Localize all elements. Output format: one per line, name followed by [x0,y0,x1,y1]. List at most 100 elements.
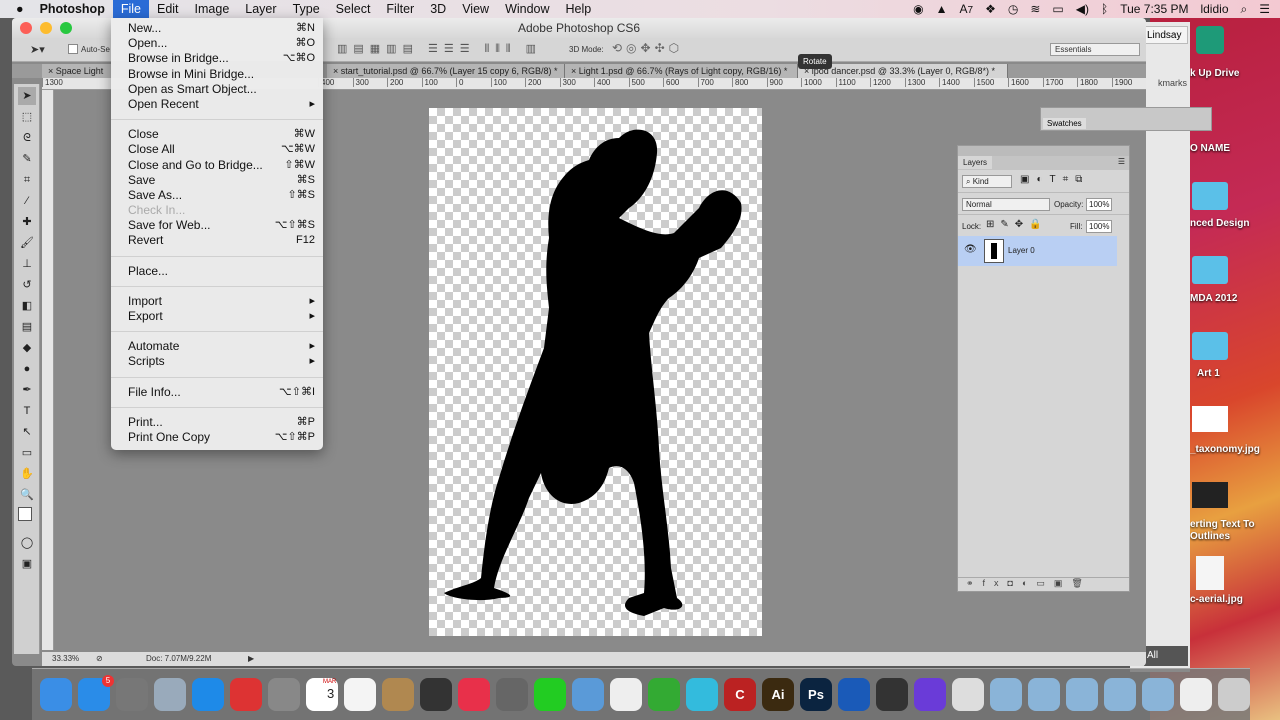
menu-item-save-for-web[interactable]: Save for Web... ⌥⇧⌘S [111,218,323,233]
visibility-eye-icon[interactable]: 👁 [964,244,977,255]
dropbox-icon[interactable]: ❖ [985,2,996,17]
apple-menu-icon[interactable]: ● [0,0,32,18]
dock-launchpad-icon[interactable] [116,678,148,711]
dock-webloc-icon[interactable] [952,678,984,711]
filter-icons[interactable]: ▣◐T⌗⧉ [1020,174,1089,185]
move-tool-icon[interactable]: ➤▾ [30,43,45,56]
menu-item-print-one-copy[interactable]: Print One Copy ⌥⇧⌘P [111,430,323,445]
user-name[interactable]: ldidio [1200,2,1228,17]
blur-tool[interactable]: ◆ [18,339,36,357]
3d-tool-icons[interactable]: ⟲◎✥✣⬡ [612,41,683,55]
panel-menu-icon[interactable]: ☰ [1118,157,1125,166]
dock-downloads-icon[interactable] [1142,678,1174,711]
zoom-button[interactable] [60,22,72,34]
all-button[interactable]: All [1144,646,1188,666]
dodge-tool[interactable]: ● [18,360,36,378]
filter-kind-select[interactable]: ⌕ Kind [962,175,1012,188]
tab-light-1[interactable]: × Light 1.psd @ 66.7% (Rays of Light cop… [565,64,798,78]
folder-icon[interactable] [1192,182,1228,210]
lock-icons[interactable]: ⊞✎✥🔒 [986,219,1048,230]
status-menu-arrow[interactable]: ▶ [248,652,254,666]
menu-item-scripts[interactable]: Scripts ▸ [111,354,323,369]
dock-imovie-icon[interactable] [914,678,946,711]
shape-tool[interactable]: ▭ [18,444,36,462]
menu-edit[interactable]: Edit [149,0,187,18]
dock-itunes-icon[interactable] [458,678,490,711]
user-button[interactable]: Lindsay [1142,26,1188,44]
dock-trash-icon[interactable] [1218,678,1250,711]
dock-dropbox-icon[interactable] [1028,678,1060,711]
tab-start-tutorial[interactable]: × start_tutorial.psd @ 66.7% (Layer 15 c… [327,64,565,78]
battery-icon[interactable]: ▭ [1052,2,1063,17]
layer-row[interactable]: 👁 Layer 0 [958,236,1117,266]
menu-item-print[interactable]: Print... ⌘P [111,415,323,430]
menu-item-browse-in-bridge[interactable]: Browse in Bridge... ⌥⌘O [111,51,323,66]
dock-finder-icon[interactable] [40,678,72,711]
document-file-icon[interactable] [1196,556,1224,590]
opacity-input[interactable]: 100% [1086,198,1112,211]
dock-contacts-icon[interactable] [382,678,414,711]
menu-help[interactable]: Help [558,0,600,18]
clone-stamp-tool[interactable]: ⊥ [18,255,36,273]
dock-textedit-icon[interactable] [1180,678,1212,711]
dock-facetime-icon[interactable] [534,678,566,711]
menu-item-save-as[interactable]: Save As... ⇧⌘S [111,188,323,203]
dock-final-cut-icon[interactable] [876,678,908,711]
dock-photo-booth-icon[interactable] [420,678,452,711]
color-swatches[interactable] [18,507,38,531]
zoom-level[interactable]: 33.33% [52,652,79,666]
marquee-tool[interactable]: ⬚ [18,108,36,126]
folder-icon[interactable] [1192,332,1228,360]
minimize-button[interactable] [40,22,52,34]
menu-type[interactable]: Type [285,0,328,18]
crop-tool[interactable]: ⌗ [18,171,36,189]
dock-preview-icon[interactable] [572,678,604,711]
menu-item-file-info[interactable]: File Info... ⌥⇧⌘I [111,385,323,400]
dock-folder-icon[interactable] [1066,678,1098,711]
quick-select-tool[interactable]: ✎ [18,150,36,168]
swatches-tab[interactable]: Swatches [1043,118,1086,129]
path-select-tool[interactable]: ↖ [18,423,36,441]
dock-reminders-icon[interactable] [344,678,376,711]
fill-input[interactable]: 100% [1086,220,1112,233]
dock-illustrator-icon[interactable]: Ai [762,678,794,711]
dock-keynote2-icon[interactable] [686,678,718,711]
gradient-tool[interactable]: ▤ [18,318,36,336]
type-tool[interactable]: T [18,402,36,420]
wifi-icon[interactable]: ≋ [1030,2,1040,17]
brush-tool[interactable]: 🖌 [18,234,36,252]
dock-folder2-icon[interactable] [1104,678,1136,711]
menu-view[interactable]: View [454,0,497,18]
dock-cloud-icon[interactable] [990,678,1022,711]
layer-name[interactable]: Layer 0 [1008,246,1035,255]
dock-chrome-icon[interactable] [230,678,262,711]
menu-item-browse-in-mini-bridge[interactable]: Browse in Mini Bridge... [111,67,323,82]
menu-select[interactable]: Select [328,0,379,18]
zoom-tool[interactable]: 🔍 [18,486,36,504]
tab-space-light[interactable]: × Space Light [42,64,112,78]
dock-safari-icon[interactable] [192,678,224,711]
dock-system-preferences-icon[interactable] [268,678,300,711]
menu-item-close[interactable]: Close ⌘W [111,127,323,142]
menu-item-open-as-smart-object[interactable]: Open as Smart Object... [111,82,323,97]
close-button[interactable] [20,22,32,34]
eraser-tool[interactable]: ◧ [18,297,36,315]
menu-item-open-recent[interactable]: Open Recent ▸ [111,97,323,112]
menu-item-automate[interactable]: Automate ▸ [111,339,323,354]
desktop-icon-backup-drive[interactable] [1196,26,1224,54]
bluetooth-icon[interactable]: ᛒ [1101,2,1108,17]
hand-tool[interactable]: ✋ [18,465,36,483]
menu-item-open[interactable]: Open... ⌘O [111,36,323,51]
pen-tool[interactable]: ✒ [18,381,36,399]
status-proof-icon[interactable]: ⊘ [96,652,103,666]
dock-mail-icon[interactable] [154,678,186,711]
volume-icon[interactable]: ◀) [1076,2,1089,17]
layers-tab[interactable]: Layers [958,156,993,169]
history-brush-tool[interactable]: ↺ [18,276,36,294]
dock-calculator-icon[interactable] [496,678,528,711]
adobe-icon[interactable]: A7 [960,2,974,17]
workspace-select[interactable]: Essentials [1050,43,1140,56]
menu-image[interactable]: Image [187,0,238,18]
folder-icon[interactable] [1192,256,1228,284]
dock-quicktime-icon[interactable] [838,678,870,711]
